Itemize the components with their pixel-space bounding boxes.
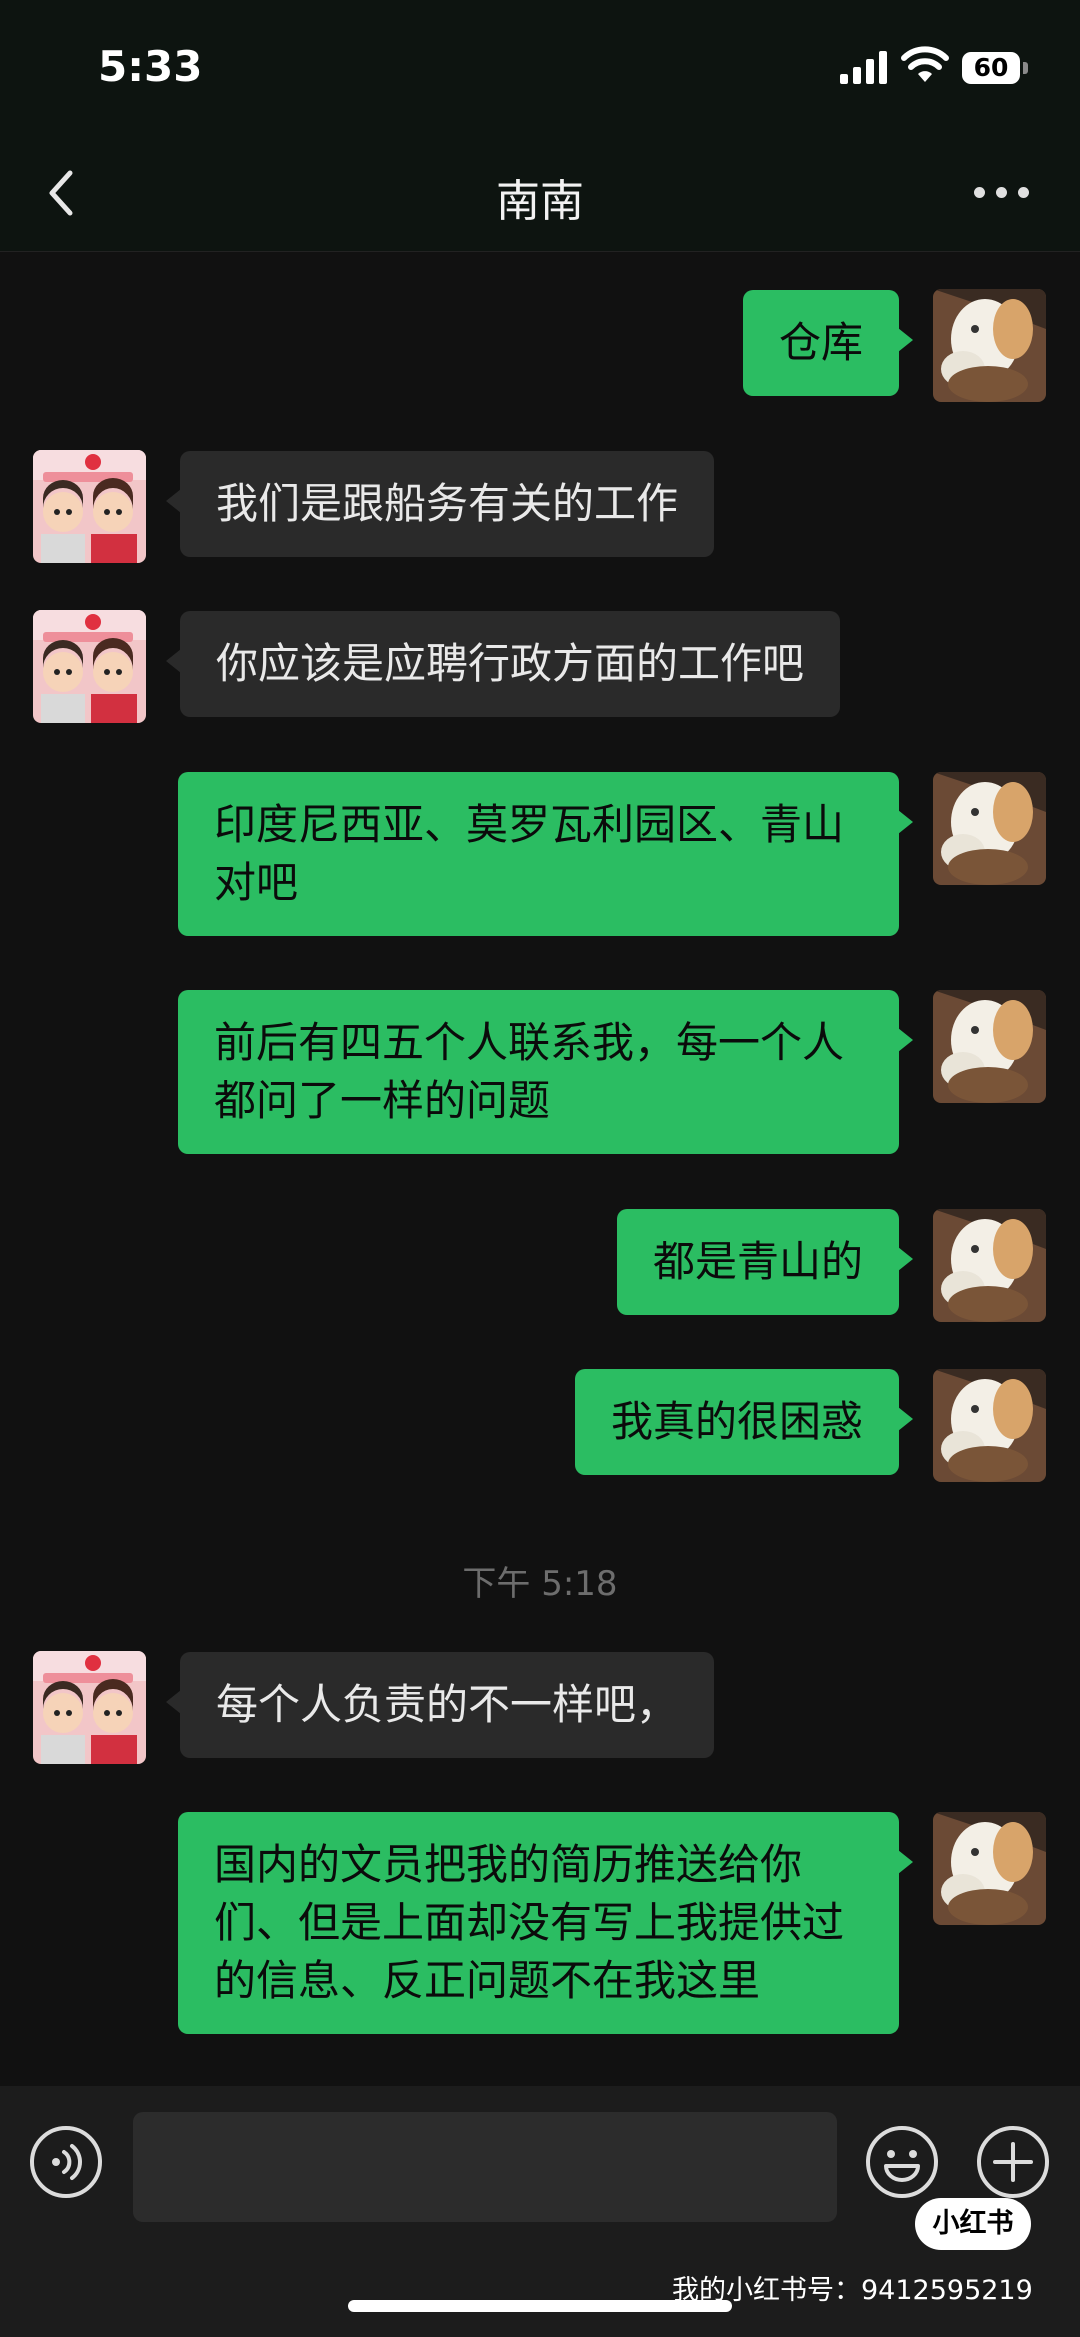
xiaohongshu-logo: 小红书 — [915, 2198, 1031, 2250]
home-indicator[interactable] — [348, 2300, 732, 2312]
sent-message-bubble[interactable]: 印度尼西亚、莫罗瓦利园区、青山对吧 — [178, 772, 913, 936]
sent-message-bubble[interactable]: 国内的文员把我的简历推送给你们、但是上面却没有写上我提供过的信息、反正问题不在我… — [178, 1812, 913, 2034]
message-input[interactable] — [133, 2112, 837, 2222]
cellular-signal-icon — [840, 51, 887, 84]
my-avatar[interactable] — [933, 1209, 1046, 1322]
message-text: 都是青山的 — [652, 1237, 863, 1286]
my-avatar[interactable] — [933, 1812, 1046, 1925]
contact-avatar[interactable] — [33, 450, 146, 563]
received-message-bubble[interactable]: 每个人负责的不一样吧， — [165, 1652, 715, 1758]
emoji-icon[interactable] — [864, 2124, 940, 2200]
my-avatar[interactable] — [933, 772, 1046, 885]
plus-icon[interactable] — [975, 2124, 1051, 2200]
message-text: 每个人负责的不一样吧， — [216, 1680, 679, 1729]
message-text: 仓库 — [778, 318, 863, 367]
my-avatar[interactable] — [933, 990, 1046, 1103]
message-text: 前后有四五个人联系我，每一个人都问了一样的问题 — [214, 1018, 845, 1125]
contact-avatar[interactable] — [33, 610, 146, 723]
received-message-bubble[interactable]: 我们是跟船务有关的工作 — [165, 451, 715, 557]
message-text: 印度尼西亚、莫罗瓦利园区、青山对吧 — [214, 800, 845, 907]
message-timestamp: 下午 5:18 — [462, 1564, 618, 1604]
voice-input-icon[interactable] — [28, 2124, 104, 2200]
battery-icon: 60 — [962, 52, 1028, 84]
chat-title: 南南 — [496, 176, 584, 227]
sent-message-bubble[interactable]: 都是青山的 — [616, 1209, 914, 1315]
sent-message-bubble[interactable]: 仓库 — [742, 290, 914, 396]
status-bar: 5:33 60 — [0, 0, 1080, 135]
sent-message-bubble[interactable]: 我真的很困惑 — [574, 1369, 914, 1475]
message-text: 我真的很困惑 — [610, 1397, 863, 1446]
more-options-icon[interactable] — [974, 187, 1030, 203]
wifi-icon — [901, 46, 949, 82]
status-time: 5:33 — [98, 42, 203, 91]
contact-avatar[interactable] — [33, 1651, 146, 1764]
chat-header: 南南 — [0, 135, 1080, 252]
message-text: 国内的文员把我的简历推送给你们、但是上面却没有写上我提供过的信息、反正问题不在我… — [214, 1840, 845, 2005]
my-avatar[interactable] — [933, 289, 1046, 402]
received-message-bubble[interactable]: 你应该是应聘行政方面的工作吧 — [165, 611, 841, 717]
message-text: 你应该是应聘行政方面的工作吧 — [216, 639, 805, 688]
message-text: 我们是跟船务有关的工作 — [216, 479, 679, 528]
sent-message-bubble[interactable]: 前后有四五个人联系我，每一个人都问了一样的问题 — [178, 990, 913, 1154]
my-avatar[interactable] — [933, 1369, 1046, 1482]
